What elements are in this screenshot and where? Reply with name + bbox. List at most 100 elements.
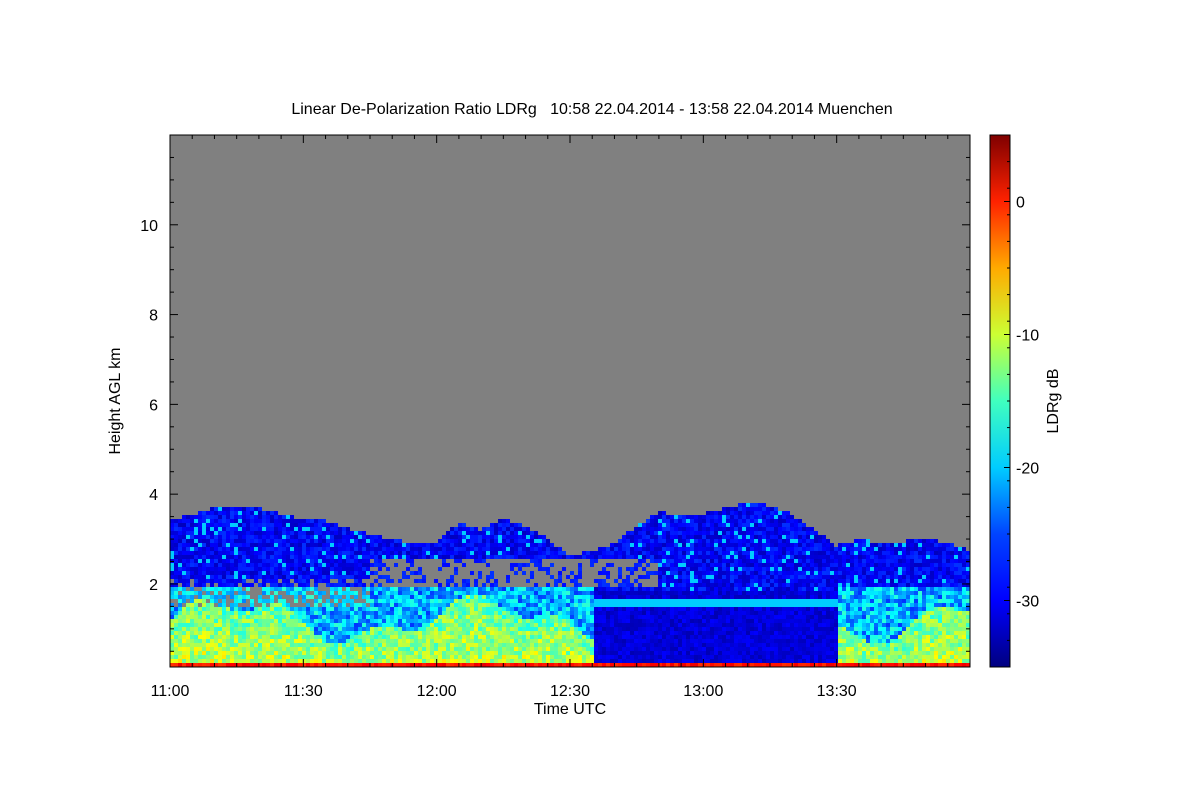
heat-cell (366, 627, 370, 631)
heat-cell (762, 511, 766, 515)
heat-cell (734, 515, 738, 519)
heat-cell (526, 651, 530, 655)
heat-cell (322, 651, 326, 655)
heat-cell (230, 571, 234, 575)
heat-cell (762, 535, 766, 539)
heat-cell (530, 547, 534, 551)
heat-cell (486, 627, 490, 631)
heat-cell (382, 607, 386, 611)
heat-cell (242, 619, 246, 623)
heat-cell (626, 539, 630, 543)
heat-cell (582, 623, 586, 627)
heat-cell (558, 659, 562, 663)
heat-cell (714, 643, 718, 647)
heat-cell (730, 571, 734, 575)
heat-cell (246, 655, 250, 659)
heat-cell (178, 527, 182, 531)
heat-cell (302, 543, 306, 547)
heat-cell (350, 623, 354, 627)
heat-cell (714, 639, 718, 643)
heat-cell (626, 659, 630, 663)
heat-cell (270, 615, 274, 619)
heat-cell (194, 579, 198, 583)
heat-cell (422, 595, 426, 599)
heat-cell (470, 623, 474, 627)
heat-cell (394, 627, 398, 631)
heat-cell (626, 531, 630, 535)
heat-cell (666, 559, 670, 563)
heat-cell (746, 659, 750, 663)
heat-cell (322, 659, 326, 663)
heat-cell (414, 543, 418, 547)
heat-cell (382, 555, 386, 559)
heat-cell (278, 527, 282, 531)
heat-cell (642, 659, 646, 663)
heat-cell (266, 619, 270, 623)
heat-cell (598, 615, 602, 619)
heat-cell (498, 595, 502, 599)
heat-cell (406, 575, 410, 579)
heat-cell (442, 607, 446, 611)
heat-cell (278, 571, 282, 575)
heat-cell (518, 623, 522, 627)
heat-cell (302, 591, 306, 595)
heat-cell (542, 591, 546, 595)
heat-cell (706, 515, 710, 519)
heat-cell (350, 651, 354, 655)
heat-cell (758, 515, 762, 519)
heat-cell (378, 663, 382, 667)
heat-cell (282, 619, 286, 623)
heat-cell (214, 523, 218, 527)
heat-cell (554, 603, 558, 607)
heat-cell (414, 623, 418, 627)
heat-cell (282, 543, 286, 547)
heat-cell (270, 571, 274, 575)
heat-cell (266, 523, 270, 527)
heat-cell (294, 527, 298, 531)
heat-cell (414, 607, 418, 611)
heat-cell (206, 511, 210, 515)
heat-cell (746, 631, 750, 635)
heat-cell (734, 587, 738, 591)
heat-cell (290, 607, 294, 611)
heat-cell (250, 627, 254, 631)
heat-cell (546, 567, 550, 571)
heat-cell (602, 603, 606, 607)
heat-cell (302, 575, 306, 579)
heat-cell (222, 631, 226, 635)
heat-cell (742, 591, 746, 595)
heat-cell (458, 555, 462, 559)
heat-cell (322, 535, 326, 539)
heat-cell (422, 615, 426, 619)
heat-cell (586, 595, 590, 599)
heat-cell (446, 583, 450, 587)
heat-cell (290, 527, 294, 531)
heat-cell (194, 631, 198, 635)
heat-cell (606, 659, 610, 663)
heat-cell (198, 551, 202, 555)
heat-cell (290, 551, 294, 555)
heat-cell (610, 643, 614, 647)
heat-cell (286, 631, 290, 635)
heat-cell (630, 543, 634, 547)
heat-cell (346, 635, 350, 639)
heat-cell (778, 555, 782, 559)
heat-cell (330, 659, 334, 663)
heat-cell (514, 539, 518, 543)
heat-cell (558, 603, 562, 607)
heat-cell (774, 655, 778, 659)
heat-cell (510, 627, 514, 631)
heat-cell (730, 539, 734, 543)
heat-cell (766, 555, 770, 559)
heat-cell (726, 511, 730, 515)
heat-cell (622, 663, 626, 667)
heat-cell (198, 515, 202, 519)
heat-cell (766, 543, 770, 547)
heat-cell (454, 623, 458, 627)
heat-cell (258, 583, 262, 587)
heat-cell (622, 595, 626, 599)
heat-cell (774, 507, 778, 511)
heat-cell (294, 547, 298, 551)
heat-cell (362, 535, 366, 539)
heat-cell (770, 579, 774, 583)
